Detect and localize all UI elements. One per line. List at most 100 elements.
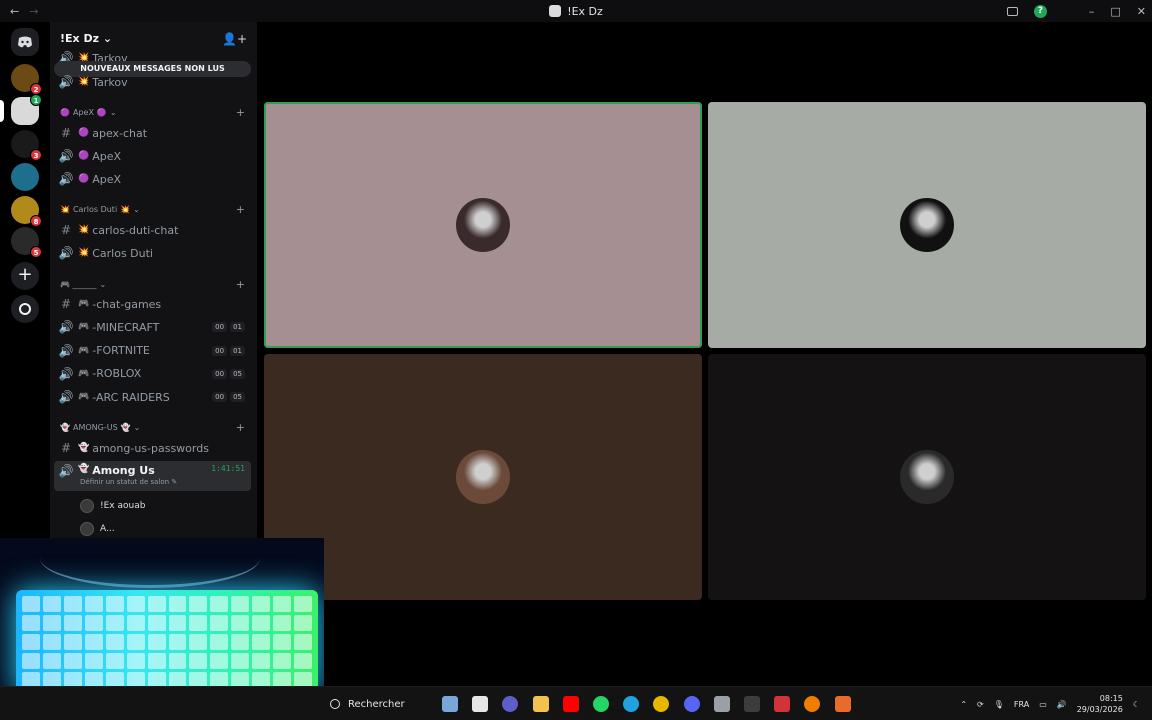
voice-channel[interactable]: 🔊 🎮 -ROBLOX 00 05 [54, 364, 251, 384]
whatsapp-icon[interactable] [593, 696, 609, 712]
sync-icon[interactable]: ⟳ [977, 700, 984, 709]
server-icon[interactable]: 2 [11, 64, 42, 95]
channel-emoji: 🟣 [78, 128, 90, 138]
volume-icon[interactable]: 🔊 [1057, 700, 1067, 709]
avatar [80, 522, 94, 536]
key [22, 653, 40, 669]
channel-label: among-us-passwords [92, 441, 209, 455]
settings-icon[interactable] [713, 696, 730, 712]
key [210, 653, 229, 669]
voice-channel[interactable]: 🔊 🟣 ApeX [54, 169, 251, 189]
category-apex[interactable]: 🟣 ApeX 🟣 ⌄ [60, 108, 117, 117]
close-button[interactable]: ✕ [1137, 5, 1146, 18]
color-icon[interactable] [804, 696, 821, 712]
speaker-icon: 🔊 [58, 366, 74, 381]
add-server-icon[interactable]: + [11, 262, 39, 290]
app-red-icon[interactable] [774, 696, 791, 712]
mic-icon[interactable] [834, 696, 851, 712]
avatar [900, 450, 954, 504]
server-icon[interactable]: 8 [11, 196, 42, 227]
hash-icon: # [60, 441, 72, 455]
create-channel-button[interactable]: + [236, 421, 245, 434]
voice-member[interactable]: A... [80, 522, 115, 536]
server-icon[interactable] [11, 163, 39, 191]
count-pill: 00 [212, 392, 228, 403]
category-carlos-duti[interactable]: 💥 Carlos Duti 💥 ⌄ [60, 205, 140, 214]
chrome-icon[interactable] [653, 696, 670, 712]
key [252, 615, 271, 631]
text-channel[interactable]: # 👻 among-us-passwords [54, 438, 251, 458]
invite-icon[interactable]: 👤+ [222, 32, 247, 46]
language-indicator[interactable]: FRA [1014, 700, 1029, 709]
video-tile[interactable] [708, 102, 1146, 348]
user-count: 00 05 [212, 392, 245, 403]
discord-icon[interactable] [683, 696, 700, 712]
taskview-icon[interactable] [472, 696, 489, 712]
clock[interactable]: 08:15 29/03/2026 [1077, 693, 1123, 715]
explorer-icon[interactable] [532, 696, 549, 712]
hash-icon: # [60, 126, 72, 140]
network-icon[interactable]: ▭ [1039, 700, 1047, 709]
key [294, 653, 312, 669]
voice-channel[interactable]: 🔊 🟣 ApeX [54, 146, 251, 166]
create-channel-button[interactable]: + [236, 278, 245, 291]
discord-home-icon[interactable] [11, 28, 39, 56]
hash-icon: # [60, 297, 72, 311]
minimize-button[interactable]: – [1089, 5, 1095, 18]
help-icon[interactable]: ? [1033, 4, 1047, 18]
channel-tarkov[interactable]: 🔊 💥 Tarkov [54, 72, 251, 92]
video-tile[interactable] [708, 354, 1146, 600]
mic-tray-icon[interactable]: 🎙 [994, 700, 1004, 709]
channel-label: -chat-games [92, 297, 162, 311]
maximize-button[interactable]: □ [1110, 5, 1120, 18]
video-tile[interactable] [264, 354, 702, 600]
teams-icon[interactable] [502, 696, 519, 712]
channel-status[interactable]: Définir un statut de salon ✎ [80, 478, 177, 486]
create-channel-button[interactable]: + [236, 203, 245, 216]
inbox-icon[interactable] [1006, 6, 1018, 16]
text-channel[interactable]: # 🟣 apex-chat [54, 123, 251, 143]
video-tile[interactable] [264, 102, 702, 348]
key [189, 596, 208, 612]
notification-icon[interactable]: ☾ [1133, 700, 1140, 709]
server-icon[interactable]: 1 [0, 94, 42, 125]
server-icon[interactable]: 3 [11, 130, 42, 161]
key [126, 653, 145, 669]
text-channel[interactable]: # 💥 carlos-duti-chat [54, 220, 251, 240]
channel-label: -ROBLOX [92, 367, 142, 381]
category-games[interactable]: 🎮 ______ ⌄ [60, 280, 106, 289]
channel-label: Carlos Duti [92, 246, 153, 260]
server-name[interactable]: !Ex Dz ⌄ [60, 32, 112, 45]
voice-channel[interactable]: 🔊 🎮 -ARC RAIDERS 00 05 [54, 387, 251, 407]
category-among-us[interactable]: 👻 AMONG-US 👻 ⌄ [60, 423, 140, 432]
voice-channel[interactable]: 🔊 🎮 -MINECRAFT 00 01 [54, 317, 251, 337]
discover-icon[interactable] [11, 295, 39, 323]
mention-badge: 8 [30, 215, 42, 227]
channel-sidebar: !Ex Dz ⌄ 👤+ 🔊 💥 Tarkov NOUVEAUX MESSAGES N… [50, 22, 257, 542]
chevron-up-icon[interactable]: ⌃ [960, 700, 967, 709]
server-icon[interactable]: 5 [11, 227, 42, 258]
key [84, 653, 103, 669]
key [42, 653, 61, 669]
speaker-icon: 🔊 [58, 464, 74, 478]
edge-icon[interactable] [623, 696, 640, 712]
voice-channel[interactable]: 🔊 👻 Among Us 1:41:51 Définir un statut de sa… [54, 461, 251, 491]
speaker-icon: 🔊 [58, 172, 74, 186]
voice-member[interactable]: !Ex aouab [80, 499, 145, 513]
create-channel-button[interactable]: + [236, 106, 245, 119]
taskbar-search[interactable]: Rechercher [324, 692, 434, 716]
key [168, 653, 187, 669]
channel-label: apex-chat [92, 126, 148, 140]
text-channel[interactable]: # 🎮 -chat-games [54, 294, 251, 314]
channel-emoji: 👻 [78, 443, 90, 453]
key [231, 596, 250, 612]
webcam-overlay [0, 538, 324, 700]
voice-channel[interactable]: 🔊 🎮 -FORTNITE 00 01 [54, 341, 251, 361]
terminal-icon[interactable] [744, 696, 760, 712]
key [63, 653, 82, 669]
key [210, 596, 229, 612]
voice-channel[interactable]: 🔊 💥 Carlos Duti [54, 243, 251, 263]
copilot-icon[interactable] [442, 696, 458, 712]
youtube-icon[interactable] [562, 696, 579, 712]
key [126, 615, 145, 631]
